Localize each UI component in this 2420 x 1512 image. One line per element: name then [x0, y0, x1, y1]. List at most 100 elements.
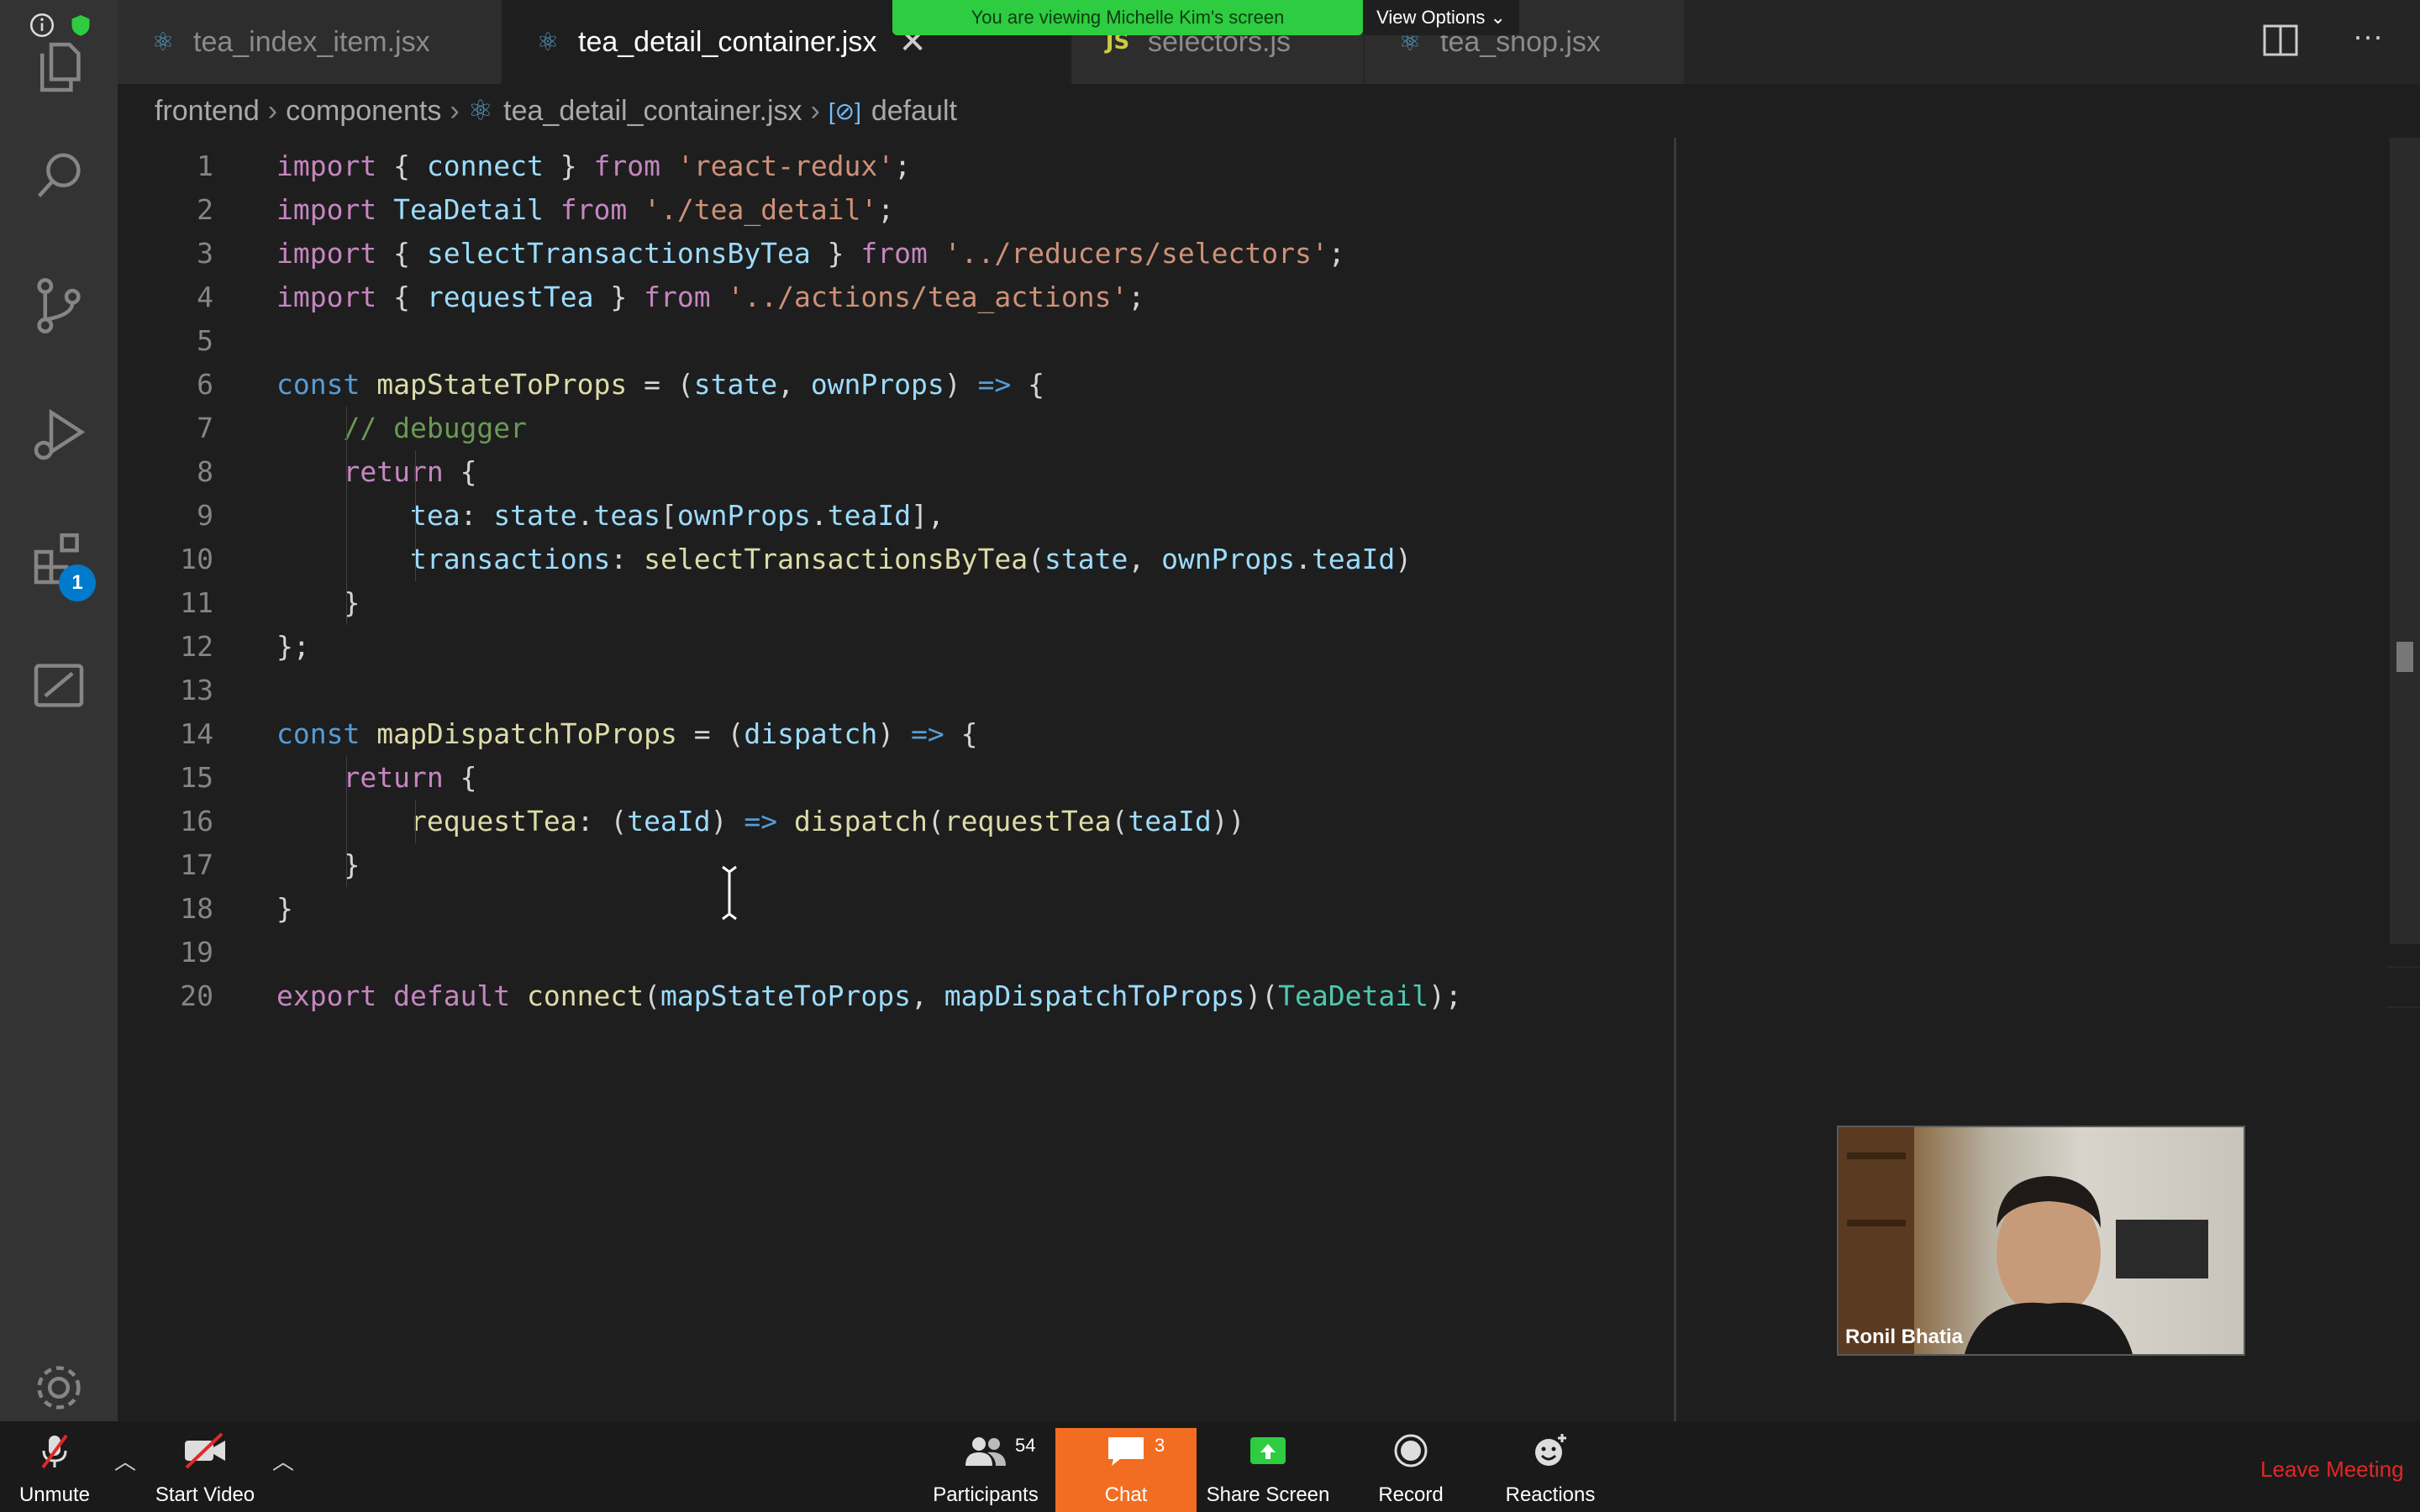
code-line[interactable]: 7 // debugger	[118, 407, 2386, 450]
code-token: '../actions/tea_actions'	[727, 281, 1128, 313]
code-text: import { requestTea } from '../actions/t…	[276, 276, 1144, 319]
start-video-label: Start Video	[155, 1483, 255, 1506]
participants-button[interactable]: 54 Participants	[928, 1428, 1044, 1512]
code-token: '../reducers/selectors'	[944, 237, 1328, 270]
code-line[interactable]: 17 }	[118, 843, 2386, 887]
explorer-files-icon[interactable]	[25, 34, 92, 101]
line-number: 16	[180, 805, 213, 837]
participants-label: Participants	[933, 1483, 1039, 1506]
start-video-button[interactable]: Start Video	[148, 1428, 262, 1512]
code-token: {	[376, 237, 427, 270]
code-token: ],	[911, 499, 944, 532]
code-token: import	[276, 237, 377, 270]
video-off-icon	[182, 1432, 229, 1478]
code-token: {	[376, 150, 427, 182]
code-line[interactable]: 2 import TeaDetail from './tea_detail';	[118, 188, 2386, 232]
code-token: ;	[894, 150, 912, 182]
code-line[interactable]: 12};	[118, 625, 2386, 669]
line-number: 7	[197, 412, 213, 444]
record-button[interactable]: Record	[1361, 1428, 1460, 1512]
chat-button[interactable]: 3 Chat	[1055, 1428, 1197, 1512]
participant-video[interactable]	[1837, 1126, 2245, 1356]
code-text: return {	[276, 450, 476, 494]
leave-meeting-button[interactable]: Leave Meeting	[2260, 1457, 2404, 1483]
code-line[interactable]: 6 const mapStateToProps = (state, ownProp…	[118, 363, 2386, 407]
code-line[interactable]: 13	[118, 669, 2386, 712]
code-line[interactable]: 5	[118, 319, 2386, 363]
search-icon[interactable]	[25, 143, 92, 210]
code-line[interactable]: 11 }	[118, 581, 2386, 625]
line-number: 9	[197, 499, 213, 532]
tab-tea-index-item[interactable]: ⚛ tea_index_item.jsx	[118, 0, 501, 84]
breadcrumb-item-components[interactable]: components	[286, 95, 441, 128]
code-token: ,	[911, 979, 944, 1012]
code-token: transactions	[409, 543, 611, 575]
code-token: export	[276, 979, 377, 1012]
code-line[interactable]: 14 const mapDispatchToProps = (dispatch) …	[118, 712, 2386, 756]
code-token: TeaDetail	[1278, 979, 1428, 1012]
code-token: ownProps	[676, 499, 811, 532]
code-line[interactable]: 9 tea: state.teas[ownProps.teaId],	[118, 494, 2386, 538]
line-number: 15	[180, 761, 213, 794]
code-token: return	[343, 761, 444, 794]
code-token: )	[944, 368, 978, 401]
breadcrumb-separator: ›	[267, 94, 278, 127]
breadcrumb-item-frontend[interactable]: frontend	[155, 95, 260, 128]
activity-bar: 1	[0, 0, 118, 1421]
code-line[interactable]: 4 import { requestTea } from '../actions/…	[118, 276, 2386, 319]
line-number: 17	[180, 848, 213, 881]
text-cursor-icon	[719, 865, 739, 921]
code-token: selectTransactionsByTea	[426, 237, 811, 270]
audio-options-chevron-icon[interactable]: ︿	[114, 1445, 136, 1476]
source-control-icon[interactable]	[25, 272, 92, 339]
code-token: (	[1111, 805, 1128, 837]
code-token: (	[644, 979, 660, 1012]
unmute-button[interactable]: Unmute	[8, 1428, 101, 1512]
code-line[interactable]: 1 import { connect } from 'react-redux';	[118, 144, 2386, 188]
code-token: ownProps	[1161, 543, 1296, 575]
run-debug-icon[interactable]	[25, 402, 92, 469]
code-line[interactable]: 15 return {	[118, 756, 2386, 800]
code-token: dispatch	[744, 717, 878, 750]
code-line[interactable]: 16 requestTea: (teaId) => dispatch(reque…	[118, 800, 2386, 843]
chat-label: Chat	[1104, 1483, 1148, 1506]
code-text: tea: state.teas[ownProps.teaId],	[276, 494, 944, 538]
code-token: teaId	[1128, 805, 1212, 837]
code-line[interactable]: 20 export default connect(mapStateToProps…	[118, 974, 2386, 1018]
more-actions-icon[interactable]: ···	[2353, 18, 2395, 53]
code-token: (	[927, 805, 944, 837]
code-line[interactable]: 8 return {	[118, 450, 2386, 494]
line-number: 3	[197, 237, 213, 270]
code-token: TeaDetail	[393, 193, 544, 226]
code-line[interactable]: 19	[118, 931, 2386, 974]
indent-guide	[415, 800, 416, 843]
reactions-button[interactable]: Reactions	[1492, 1428, 1608, 1512]
view-options-button[interactable]: View Options ⌄	[1363, 0, 1519, 35]
share-screen-button[interactable]: Share Screen	[1202, 1428, 1334, 1512]
split-editor-icon[interactable]	[2262, 24, 2299, 57]
code-token: {	[376, 281, 427, 313]
code-token: }	[543, 150, 594, 182]
breadcrumb-item-file[interactable]: tea_detail_container.jsx	[503, 95, 802, 128]
code-token: state	[493, 499, 577, 532]
react-icon: ⚛	[467, 95, 494, 127]
code-token: .	[810, 499, 828, 532]
code-token: teaId	[1311, 543, 1396, 575]
code-line[interactable]: 10 transactions: selectTransactionsByTea…	[118, 538, 2386, 581]
video-options-chevron-icon[interactable]: ︿	[272, 1445, 294, 1476]
remote-explorer-icon[interactable]	[25, 652, 92, 719]
editor-scrollbar[interactable]	[2390, 138, 2420, 944]
code-line[interactable]: 18}	[118, 887, 2386, 931]
code-token: =>	[911, 717, 944, 750]
code-line[interactable]: 3 import { selectTransactionsByTea } from…	[118, 232, 2386, 276]
gear-icon[interactable]	[25, 1354, 92, 1421]
code-token: requestTea	[426, 281, 594, 313]
breadcrumb-item-symbol[interactable]: default	[871, 95, 957, 128]
